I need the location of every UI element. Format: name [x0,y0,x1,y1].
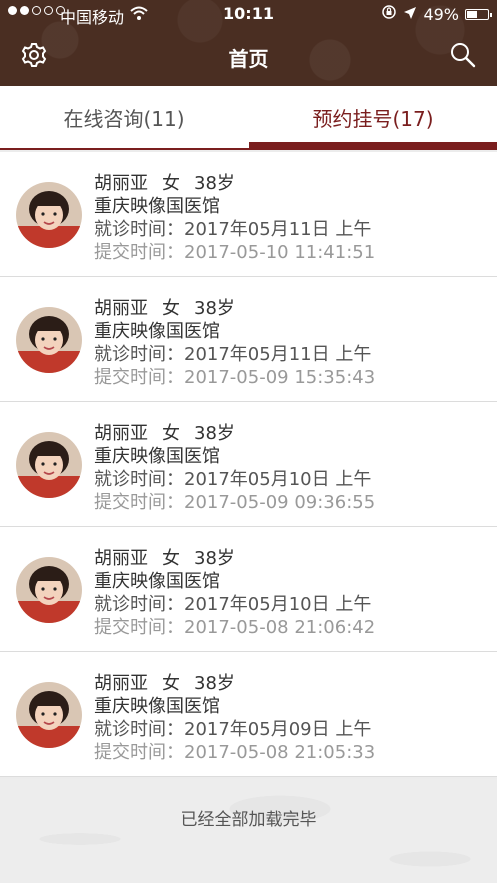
location-arrow-icon [403,5,417,24]
patient-age: 38岁 [194,173,235,194]
submit-time-label: 提交时间： [94,492,184,513]
patient-name: 胡丽亚 [94,173,148,194]
avatar [16,432,82,498]
search-button[interactable] [446,40,480,74]
active-tab-indicator [249,142,497,148]
load-complete-text: 已经全部加载完毕 [180,810,317,830]
list-footer: 已经全部加载完毕 [0,779,497,883]
status-bar: 中国移动 10:11 49% [0,0,497,28]
list-item[interactable]: 胡丽亚女 38岁 重庆映像国医馆 就诊时间：2017年05月10日 上午 提交时间… [0,402,497,527]
visit-time-label: 就诊时间： [94,344,184,365]
patient-name: 胡丽亚 [94,548,148,569]
tab-bar: 在线咨询(11) 预约挂号(17) [0,86,497,150]
submit-time: 2017-05-08 21:06:42 [184,617,376,638]
patient-name: 胡丽亚 [94,673,148,694]
visit-time-label: 就诊时间： [94,719,184,740]
visit-time-label: 就诊时间： [94,594,184,615]
visit-time: 2017年05月09日 上午 [184,719,372,740]
visit-time-label: 就诊时间： [94,219,184,240]
submit-time: 2017-05-08 21:05:33 [184,742,376,763]
visit-time: 2017年05月11日 上午 [184,344,372,365]
app-header: 中国移动 10:11 49% 首页 [0,0,497,86]
nav-bar: 首页 [0,28,497,86]
rotation-lock-icon [381,4,397,24]
list-item[interactable]: 胡丽亚女 38岁 重庆映像国医馆 就诊时间：2017年05月11日 上午 提交时间… [0,277,497,402]
visit-time: 2017年05月10日 上午 [184,594,372,615]
search-icon [449,41,477,73]
patient-gender: 女 [162,298,180,319]
patient-age: 38岁 [194,548,235,569]
list-item[interactable]: 胡丽亚女 38岁 重庆映像国医馆 就诊时间：2017年05月09日 上午 提交时间… [0,652,497,777]
visit-time-label: 就诊时间： [94,469,184,490]
submit-time: 2017-05-09 15:35:43 [184,367,376,388]
avatar [16,682,82,748]
patient-age: 38岁 [194,673,235,694]
list-item[interactable]: 胡丽亚女 38岁 重庆映像国医馆 就诊时间：2017年05月10日 上午 提交时间… [0,527,497,652]
patient-gender: 女 [162,548,180,569]
avatar [16,307,82,373]
battery-icon [465,8,492,20]
patient-name: 胡丽亚 [94,298,148,319]
list-item[interactable]: 胡丽亚女 38岁 重庆映像国医馆 就诊时间：2017年05月11日 上午 提交时间… [0,152,497,277]
submit-time-label: 提交时间： [94,242,184,263]
avatar [16,182,82,248]
avatar [16,557,82,623]
visit-time: 2017年05月11日 上午 [184,219,372,240]
battery-percent: 49% [423,4,459,24]
visit-time: 2017年05月10日 上午 [184,469,372,490]
tab-appointment[interactable]: 预约挂号(17) [249,86,497,148]
patient-gender: 女 [162,673,180,694]
patient-gender: 女 [162,423,180,444]
submit-time-label: 提交时间： [94,617,184,638]
submit-time: 2017-05-09 09:36:55 [184,492,376,513]
tab-online-consultation[interactable]: 在线咨询(11) [0,86,248,148]
patient-name: 胡丽亚 [94,423,148,444]
page-title: 首页 [228,47,269,71]
patient-age: 38岁 [194,298,235,319]
appointment-list: 胡丽亚女 38岁 重庆映像国医馆 就诊时间：2017年05月11日 上午 提交时间… [0,152,497,777]
submit-time-label: 提交时间： [94,742,184,763]
submit-time: 2017-05-10 11:41:51 [184,242,376,263]
submit-time-label: 提交时间： [94,367,184,388]
patient-gender: 女 [162,173,180,194]
patient-age: 38岁 [194,423,235,444]
